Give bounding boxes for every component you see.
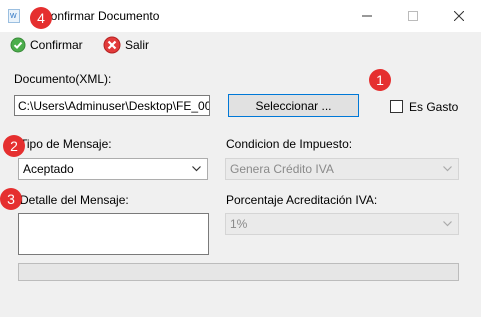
close-circle-icon xyxy=(103,36,121,54)
chevron-down-icon xyxy=(192,166,201,172)
message-type-value: Aceptado xyxy=(23,162,74,176)
confirm-label: Confirmar xyxy=(30,38,83,52)
tax-condition-value: Genera Crédito IVA xyxy=(230,162,334,176)
chevron-down-icon xyxy=(443,166,452,172)
tax-condition-select[interactable]: Genera Crédito IVA xyxy=(225,158,459,180)
maximize-icon xyxy=(408,11,418,21)
select-file-button[interactable]: Seleccionar ... xyxy=(228,94,359,117)
message-type-label: Tipo de Mensaje: xyxy=(20,137,112,151)
marker-3: 3 xyxy=(0,188,22,210)
vat-percentage-select[interactable]: 1% xyxy=(225,213,459,235)
exit-label: Salir xyxy=(125,38,150,52)
document-label: Documento(XML): xyxy=(14,72,112,86)
marker-1: 1 xyxy=(369,69,391,91)
progress-bar xyxy=(18,263,459,281)
marker-4: 4 xyxy=(30,7,52,29)
vat-percentage-value: 1% xyxy=(230,217,248,231)
document-path-field[interactable]: C:\Users\Adminuser\Desktop\FE_00100 xyxy=(14,95,210,116)
marker-2: 2 xyxy=(3,135,25,157)
window-title: Confirmar Documento xyxy=(42,9,160,23)
vat-percentage-label: Porcentaje Acreditación IVA: xyxy=(226,193,378,207)
chevron-down-icon xyxy=(443,221,452,227)
maximize-button[interactable] xyxy=(390,0,436,32)
check-circle-icon xyxy=(10,37,26,53)
close-icon xyxy=(454,11,464,21)
confirm-button[interactable]: Confirmar xyxy=(10,36,83,54)
exit-button[interactable]: Salir xyxy=(103,36,149,54)
minimize-button[interactable] xyxy=(344,0,390,32)
minimize-icon xyxy=(362,15,372,17)
message-type-select[interactable]: Aceptado xyxy=(18,158,208,180)
close-button[interactable] xyxy=(436,0,481,32)
app-icon: W xyxy=(8,9,20,23)
message-detail-textarea[interactable] xyxy=(18,213,209,255)
expense-label: Es Gasto xyxy=(409,100,459,114)
message-detail-label: Detalle del Mensaje: xyxy=(20,193,129,207)
svg-text:W: W xyxy=(10,13,17,20)
tax-condition-label: Condicion de Impuesto: xyxy=(226,137,353,151)
expense-checkbox[interactable] xyxy=(390,100,403,113)
